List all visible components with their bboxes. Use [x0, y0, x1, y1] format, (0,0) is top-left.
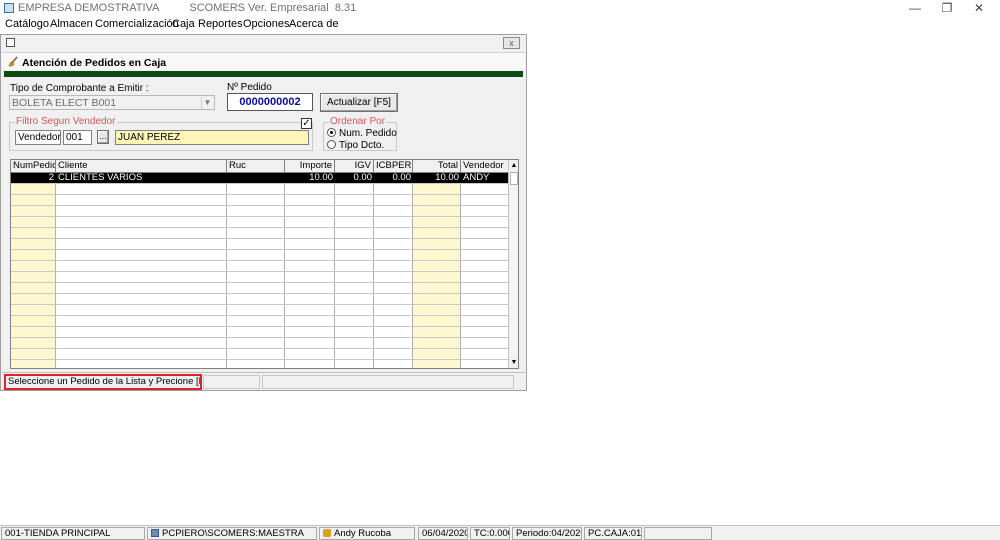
radio-num-pedido[interactable]: Num. Pedido	[327, 128, 397, 139]
column-header-ruc[interactable]: Ruc	[227, 160, 285, 173]
status-date: 06/04/2020	[418, 527, 468, 540]
grid-row-line	[11, 348, 509, 349]
grid-row-line	[11, 238, 509, 239]
filtro-checkbox[interactable]: ✓	[301, 118, 312, 129]
status-periodo: Periodo:04/2020	[512, 527, 582, 540]
scroll-up-icon[interactable]: ▲	[509, 160, 518, 171]
close-icon: ✕	[973, 1, 985, 15]
grid-row-line	[11, 326, 509, 327]
child-title-bar: x	[1, 35, 526, 51]
tipo-comprobante-value: BOLETA ELECT B001	[12, 97, 117, 109]
grid-body: 2 CLIENTES VARIOS 10.00 0.00 0.00 10.00 …	[11, 173, 509, 368]
status-panel	[262, 375, 514, 389]
menu-acerca-de[interactable]: Acerca de	[289, 18, 339, 30]
grid-row-line	[11, 337, 509, 338]
users-icon	[323, 529, 331, 537]
tipo-comprobante-select[interactable]: BOLETA ELECT B001 ▼	[9, 95, 215, 110]
scroll-down-icon[interactable]: ▼	[509, 357, 518, 368]
grid-row-line	[11, 293, 509, 294]
window-header: Atención de Pedidos en Caja	[2, 52, 525, 70]
status-path-text: PCPIERO\SCOMERS:MAESTRA	[162, 528, 304, 539]
header-divider	[4, 71, 523, 77]
menu-caja[interactable]: Caja	[172, 18, 195, 30]
cell-ruc	[227, 173, 285, 183]
grid-row-line	[11, 282, 509, 283]
menu-catalogo[interactable]: Catálogo	[5, 18, 49, 30]
chevron-down-icon: ▼	[201, 97, 213, 109]
filtro-vendedor-title: Filtro Segun Vendedor	[15, 116, 117, 127]
radio-selected-icon	[327, 128, 336, 137]
app-version: SCOMERS Ver. Empresarial 8.31	[189, 2, 357, 14]
close-window-button[interactable]: ✕	[964, 0, 994, 17]
status-path: PCPIERO\SCOMERS:MAESTRA	[147, 527, 317, 540]
cell-total: 10.00	[435, 172, 459, 183]
status-caja: PC.CAJA:01	[584, 527, 642, 540]
app-icon	[4, 3, 14, 13]
tipo-comprobante-label: Tipo de Comprobante a Emitir :	[10, 83, 149, 94]
table-row[interactable]: 2 CLIENTES VARIOS 10.00 0.00 0.00 10.00 …	[11, 173, 509, 183]
grid-row-line	[11, 271, 509, 272]
cell-importe: 10.00	[309, 172, 333, 183]
window-title: Atención de Pedidos en Caja	[22, 57, 167, 69]
grid-row-line	[11, 183, 509, 184]
computer-icon	[151, 529, 159, 537]
menu-comercializacion[interactable]: Comercialización	[95, 18, 179, 30]
company-name: EMPRESA DEMOSTRATIVA	[18, 2, 159, 14]
cell-numpedido: 2	[48, 172, 54, 183]
grid-scrollbar[interactable]: ▲ ▼	[508, 160, 518, 368]
cell-icbper: 0.00	[392, 172, 412, 183]
app-status-bar: 001-TIENDA PRINCIPAL PCPIERO\SCOMERS:MAE…	[0, 525, 1000, 540]
grid-row-line	[11, 216, 509, 217]
grid-row-line	[11, 359, 509, 360]
pedidos-window: x Atención de Pedidos en Caja Tipo de Co…	[0, 34, 527, 391]
menu-reportes[interactable]: Reportes	[198, 18, 243, 30]
vendedor-name-field: JUAN PEREZ	[115, 130, 309, 145]
vendedor-label-field: Vendedor	[15, 130, 61, 145]
child-close-button[interactable]: x	[503, 37, 520, 49]
grid-row-line	[11, 205, 509, 206]
vendedor-lookup-button[interactable]: ...	[97, 130, 109, 144]
cell-vendedor: ANDY	[463, 172, 490, 183]
status-panel	[203, 375, 260, 389]
vendedor-code-input[interactable]: 001	[63, 130, 92, 145]
pedidos-grid[interactable]: NumPedido Cliente Ruc Importe IGV ICBPER…	[10, 159, 519, 369]
status-user: Andy Rucoba	[319, 527, 415, 540]
radio-unselected-icon	[327, 140, 336, 149]
grid-row-line	[11, 194, 509, 195]
window-status-bar: Seleccione un Pedido de la Lista y Preci…	[2, 372, 525, 390]
status-message: Seleccione un Pedido de la Lista y Preci…	[4, 374, 202, 390]
restore-icon: ❐	[941, 1, 953, 15]
cell-cliente: CLIENTES VARIOS	[58, 172, 143, 183]
radio-tipo-dcto-label: Tipo Dcto.	[339, 140, 385, 151]
grid-row-line	[11, 249, 509, 250]
radio-num-pedido-label: Num. Pedido	[339, 128, 397, 139]
actualizar-button[interactable]: Actualizar [F5]	[320, 93, 398, 112]
minimize-icon: —	[909, 1, 921, 15]
status-panel-empty	[644, 527, 712, 540]
restore-button[interactable]: ❐	[932, 0, 962, 17]
status-tienda: 001-TIENDA PRINCIPAL	[1, 527, 145, 540]
menu-almacen[interactable]: Almacen	[50, 18, 93, 30]
pedido-number-field[interactable]: 0000000002	[227, 93, 313, 111]
radio-tipo-dcto[interactable]: Tipo Dcto.	[327, 140, 384, 151]
window-icon	[6, 38, 15, 47]
grid-row-line	[11, 227, 509, 228]
scroll-thumb[interactable]	[510, 172, 518, 185]
menu-bar: Catálogo Almacen Comercialización Caja R…	[0, 17, 1000, 33]
minimize-button[interactable]: —	[900, 0, 930, 17]
app-title: EMPRESA DEMOSTRATIVA SCOMERS Ver. Empres…	[18, 2, 356, 14]
grid-row-line	[11, 315, 509, 316]
ordenar-por-title: Ordenar Por	[329, 116, 387, 127]
menu-opciones[interactable]: Opciones	[243, 18, 289, 30]
close-icon: x	[509, 38, 514, 48]
broom-icon	[8, 56, 18, 67]
cell-igv: 0.00	[353, 172, 373, 183]
status-tc: TC:0.000	[470, 527, 510, 540]
status-user-text: Andy Rucoba	[334, 528, 392, 539]
app-title-bar: EMPRESA DEMOSTRATIVA SCOMERS Ver. Empres…	[0, 0, 1000, 17]
grid-row-line	[11, 260, 509, 261]
pedido-label: Nº Pedido	[227, 82, 272, 93]
grid-row-line	[11, 304, 509, 305]
